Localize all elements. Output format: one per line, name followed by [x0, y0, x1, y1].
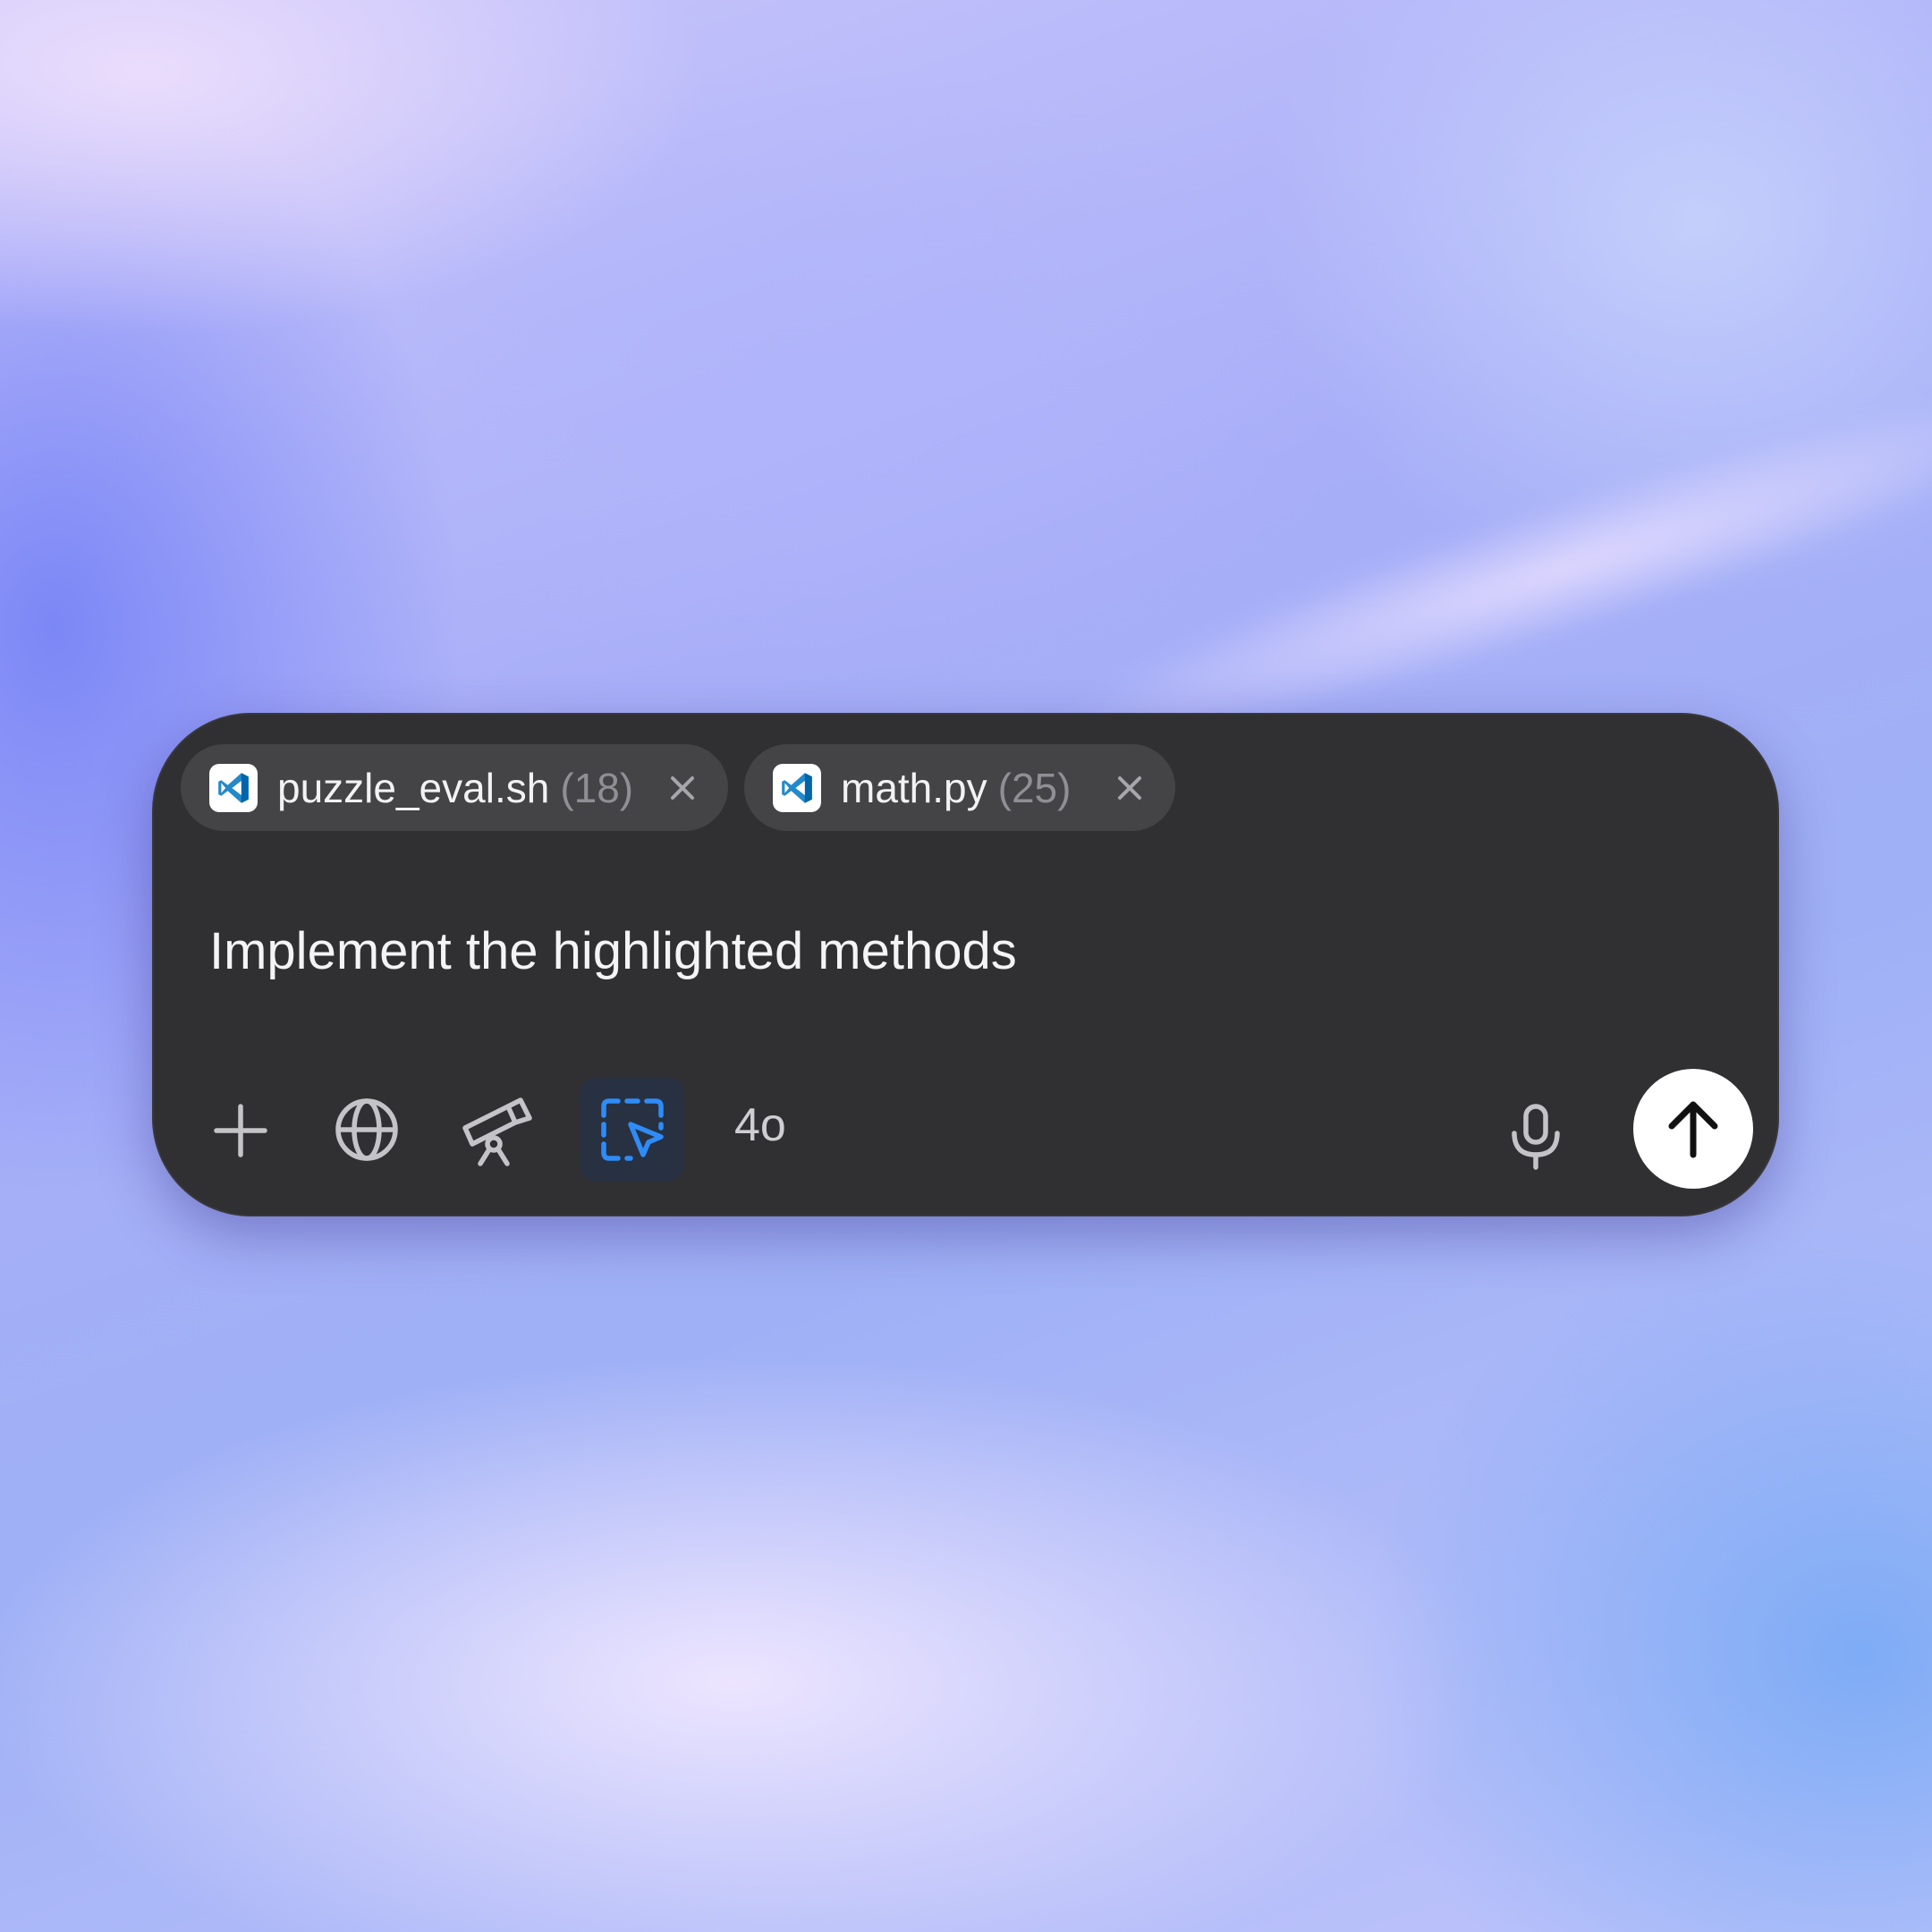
web-search-button[interactable] — [329, 1092, 404, 1167]
attachment-chip-puzzle-eval[interactable]: puzzle_eval.sh (18) — [181, 744, 728, 831]
prompt-input[interactable]: Implement the highlighted methods — [209, 921, 1017, 981]
attachment-list: puzzle_eval.sh (18) math.py (25) — [181, 744, 1175, 831]
send-button[interactable] — [1633, 1069, 1753, 1189]
globe-icon — [335, 1098, 398, 1161]
attachment-name: puzzle_eval.sh — [277, 764, 550, 811]
arrow-up-icon — [1668, 1101, 1718, 1158]
vscode-icon — [209, 763, 258, 812]
plus-icon — [214, 1104, 267, 1157]
attachment-line-count: (18) — [560, 764, 634, 811]
microphone-icon — [1512, 1104, 1560, 1170]
model-selector[interactable]: 4o — [734, 1098, 786, 1152]
attachment-name: math.py — [841, 764, 987, 811]
chat-composer: puzzle_eval.sh (18) math.py (25) Impleme… — [152, 713, 1779, 1216]
vscode-icon — [773, 763, 821, 812]
close-icon[interactable] — [1114, 773, 1145, 803]
telescope-icon — [462, 1097, 532, 1166]
add-attachment-button[interactable] — [208, 1097, 274, 1164]
voice-input-button[interactable] — [1504, 1101, 1567, 1173]
screen-select-icon — [600, 1097, 664, 1161]
attachment-line-count: (25) — [997, 764, 1072, 811]
attachment-chip-math[interactable]: math.py (25) — [744, 744, 1175, 831]
deep-research-button[interactable] — [454, 1089, 538, 1173]
close-icon[interactable] — [667, 773, 698, 803]
screen-capture-button[interactable] — [580, 1077, 684, 1182]
